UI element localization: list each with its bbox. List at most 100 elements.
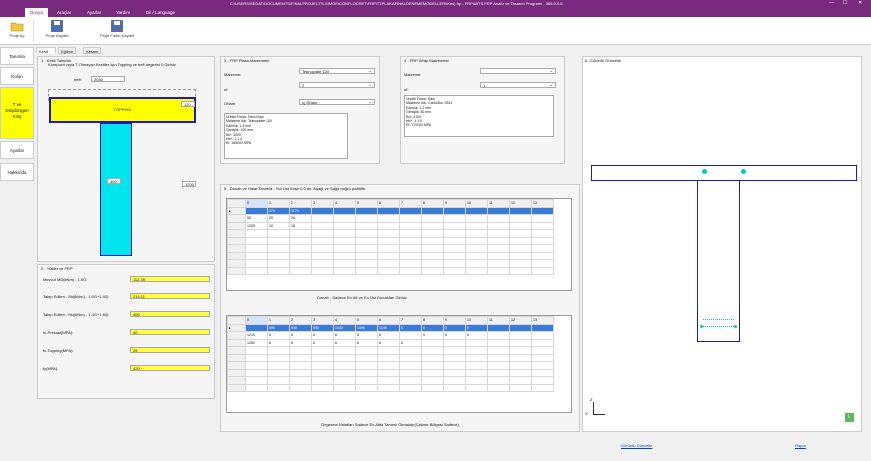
- save-project-button[interactable]: Proje Kaydet: [40, 19, 74, 38]
- section-frp-wrap: 4 - FRP Wrap Malzemesi Malzeme: nf: 1 Ür…: [400, 56, 565, 164]
- table-row[interactable]: 1260 6 6 6 6 6 6 6: [227, 338, 554, 347]
- fc-prekast-input[interactable]: 40: [130, 329, 210, 335]
- wrap-material-select[interactable]: [480, 68, 556, 74]
- table-row[interactable]: [227, 266, 554, 275]
- plate-nf-label: nf:: [224, 87, 229, 92]
- grid-col-header: 10: [465, 199, 488, 208]
- title-bar: C:\USERS\SEDAT\DOCUMENTS\FINALPROJECTS-S…: [0, 0, 871, 7]
- beff-input[interactable]: 2040: [91, 76, 125, 82]
- grid-col-header: 12: [509, 199, 532, 208]
- close-button[interactable]: ✕: [858, 0, 862, 6]
- menu-tab-ayarlar[interactable]: Ayarlar: [82, 8, 106, 17]
- table-row[interactable]: [227, 376, 554, 385]
- table-row[interactable]: [227, 368, 554, 377]
- open-project-button[interactable]: Proje Aç: [2, 19, 32, 38]
- rebar-grid[interactable]: 0 1 2 3 4 5 6 7 8 9 10 11 12 13 ▸ 370 117…: [226, 198, 572, 291]
- grid-col-header: 3: [311, 316, 334, 325]
- save-as-project-button[interactable]: Proje Farklı Kaydet: [94, 19, 140, 38]
- table-row[interactable]: ▸ 890 940 990 1040 1090 1140 0 0 0 0: [227, 323, 554, 332]
- fy-input[interactable]: 420: [130, 365, 210, 371]
- preview-web: [697, 180, 740, 342]
- section1-note: Kompozit veya T Olmayan Kesitler İçin To…: [48, 62, 176, 67]
- table-row[interactable]: 1210 0 6 6 6 6 6 0 0 0: [227, 331, 554, 340]
- plate-material-select[interactable]: Teknoplate 100: [299, 68, 375, 74]
- section4-title: 4 - FRP Wrap Malzemesi: [404, 58, 449, 63]
- menu-tab-language[interactable]: Dil / Language: [141, 8, 180, 17]
- load-input-mu[interactable]: 400: [130, 311, 210, 317]
- nav-item-hakkinda[interactable]: Hakkında: [0, 163, 34, 181]
- section2-title: 2 - Yükler ve FRP: [41, 266, 73, 271]
- table-row[interactable]: [227, 383, 554, 392]
- ribbon-separator: [33, 20, 34, 42]
- layer-badge-icon[interactable]: L: [845, 413, 854, 422]
- grid-col-header: 11: [487, 316, 510, 325]
- axis-x-line: [593, 414, 605, 415]
- grid-col-header: 0: [245, 316, 268, 325]
- height-input[interactable]: 1200: [182, 181, 196, 187]
- grid-col-header: 7: [399, 199, 422, 208]
- topping-height-input[interactable]: 120: [181, 101, 195, 107]
- nav-item-tanimla[interactable]: Tanımla: [0, 47, 34, 65]
- menu-tab-araclar[interactable]: Araçlar: [52, 8, 76, 17]
- web-section: [100, 123, 132, 256]
- table-row[interactable]: [227, 353, 554, 362]
- nav-item-kolon[interactable]: Kolon: [0, 67, 34, 85]
- load-label-mu: Talep Edilen - Mu(kNm) - 1.4G+1.6Q:: [43, 312, 110, 317]
- table-row[interactable]: [227, 259, 554, 268]
- fc-topping-label: fc-Topping(MPA):: [43, 348, 74, 353]
- tab-kesme-analizi[interactable]: Kesme Analizi: [83, 47, 102, 61]
- menu-tab-dosya[interactable]: Dosya: [25, 8, 48, 17]
- left-navigation: Tanımla Kolon T ve Döşdörtgen Kiriş Ayar…: [0, 47, 34, 197]
- report-link[interactable]: Rapor: [795, 443, 806, 448]
- window-title: C:\USERS\SEDAT\DOCUMENTS\FINALPROJECTS-S…: [230, 1, 563, 6]
- table-row[interactable]: [227, 346, 554, 355]
- preview-rebar-top: [741, 169, 746, 174]
- grid-col-header: 1: [267, 316, 290, 325]
- load-label-md-talep: Talep Edilen - Md(kNm) - 1.0G+1.0Q:: [43, 294, 110, 299]
- nav-item-t-kiris[interactable]: T ve Döşdörtgen Kiriş: [0, 87, 34, 139]
- table-row[interactable]: [227, 251, 554, 260]
- wrap-nf-stepper[interactable]: 1: [480, 82, 556, 88]
- refresh-preview-link[interactable]: Görüntü Güncelle: [621, 443, 652, 448]
- tab-kesit-tanimla[interactable]: Kesit Tanımla: [36, 47, 56, 61]
- table-row[interactable]: [227, 236, 554, 245]
- plate-nf-stepper[interactable]: 2: [299, 82, 375, 88]
- plate-env-select[interactable]: İç Ortam: [299, 99, 375, 105]
- fc-prekast-label: fc-Prekast(MPA):: [43, 330, 74, 335]
- grid-col-header: 7: [399, 316, 422, 325]
- axis-z-label: Z: [590, 397, 593, 402]
- fy-label: fy(MPA):: [43, 366, 59, 371]
- minimize-button[interactable]: —: [829, 0, 834, 6]
- table-row[interactable]: [227, 244, 554, 253]
- grid-col-header: 2: [289, 316, 312, 325]
- menu-tab-yardim[interactable]: Yardım: [111, 8, 135, 17]
- section-frp-plaka: 3 - FRP Plaka Malzemesi Malzeme: Teknopl…: [220, 56, 380, 164]
- section-kesit-tanimla: 1 - Kesit Tanımla Kompozit veya T Olmaya…: [37, 56, 215, 262]
- table-row[interactable]: 50 20 26: [227, 214, 554, 223]
- maximize-button[interactable]: ☐: [843, 0, 847, 6]
- grid-col-header: 9: [443, 316, 466, 325]
- table-row[interactable]: ▸ 370 1170: [227, 206, 554, 215]
- grid-col-header: 4: [333, 316, 356, 325]
- wrap-material-label: Malzeme:: [404, 72, 422, 77]
- section5-title: 5 - Donatı ve Halat Tanımla - Sol Üst Kö…: [224, 186, 367, 191]
- preview-rebar-bottom: [734, 325, 737, 328]
- nav-item-ayarlar[interactable]: Ayarlar: [0, 141, 34, 159]
- grid-col-header: 1: [267, 199, 290, 208]
- menu-bar: Dosya Araçlar Ayarlar Yardım Dil / Langu…: [0, 7, 871, 17]
- rebar-grid-caption: Donatı - Sadece En Alt ve En Üst Donatıl…: [317, 295, 407, 300]
- fc-topping-input[interactable]: 25: [130, 347, 210, 353]
- strand-grid[interactable]: 0 1 2 3 4 5 6 7 8 9 10 11 12 13 ▸ 890 940…: [226, 315, 572, 413]
- load-input-md[interactable]: 112.39: [130, 276, 210, 282]
- tab-egilme-analizi[interactable]: Eğilme Analizi: [58, 47, 77, 61]
- grid-col-header: 0: [245, 199, 268, 208]
- plate-env-label: Ortam:: [224, 101, 237, 106]
- table-row[interactable]: 1205 10 18: [227, 221, 554, 230]
- table-row[interactable]: [227, 229, 554, 238]
- load-input-md-talep[interactable]: 214.11: [130, 293, 210, 299]
- table-row[interactable]: [227, 361, 554, 370]
- axis-z-line: [593, 402, 594, 414]
- grid-col-header: 3: [311, 199, 334, 208]
- web-width-input[interactable]: 400: [107, 178, 121, 184]
- save-as-icon: [111, 20, 123, 33]
